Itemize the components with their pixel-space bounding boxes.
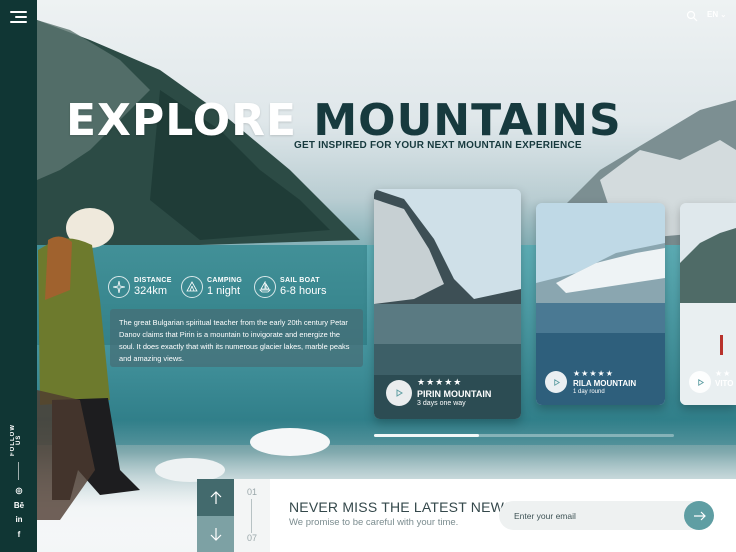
stat-camping: CAMPING 1 night	[181, 274, 242, 300]
sailboat-icon	[254, 276, 276, 298]
previous-button[interactable]	[197, 479, 234, 516]
search-icon[interactable]	[686, 9, 698, 22]
next-button[interactable]	[197, 516, 234, 552]
sidebar: FOLLOW US ◎ Bē in f	[0, 0, 37, 552]
card-rila-mountain[interactable]: ★★★★★ RILA MOUNTAIN 1 day round	[536, 203, 665, 405]
stat-label: SAIL BOAT	[280, 277, 320, 284]
behance-icon[interactable]: Bē	[12, 501, 26, 510]
hamburger-icon[interactable]	[10, 11, 27, 25]
stat-value: 6-8 hours	[280, 285, 327, 297]
stat-label: CAMPING	[207, 277, 243, 284]
arrow-right-icon	[693, 511, 706, 520]
chevron-down-icon: ⌄	[720, 12, 727, 19]
newsletter-title: NEVER MISS THE LATEST NEWS	[289, 499, 514, 515]
play-icon[interactable]	[545, 371, 567, 393]
carousel-scroll-thumb[interactable]	[374, 434, 479, 437]
description-box: The great Bulgarian spiritual teacher fr…	[110, 309, 363, 367]
stat-value: 324km	[134, 285, 168, 297]
card-title: RILA MOUNTAIN	[573, 379, 637, 388]
arrow-down-icon	[210, 528, 221, 541]
card-pirin-mountain[interactable]: ★★★★★ PIRIN MOUNTAIN 3 days one way	[374, 189, 521, 419]
stat-distance: DISTANCE 324km	[108, 274, 172, 300]
page-subtitle: GET INSPIRED FOR YOUR NEXT MOUNTAIN EXPE…	[294, 140, 582, 151]
rating-stars: ★★★★★	[573, 369, 614, 378]
newsletter-subtitle: We promise to be careful with your time.	[289, 517, 459, 528]
stat-sailboat: SAIL BOAT 6-8 hours	[254, 274, 326, 300]
card-title: VITO	[715, 379, 734, 388]
pager-divider	[251, 499, 252, 533]
rating-stars: ★★	[715, 369, 732, 378]
tent-icon	[181, 276, 203, 298]
follow-divider	[18, 462, 19, 480]
dribbble-icon[interactable]: ◎	[12, 486, 26, 495]
compass-icon	[108, 276, 130, 298]
pager-total: 07	[246, 533, 257, 543]
card-duration: 3 days one way	[417, 400, 466, 407]
title-word-explore: EXPLORE	[66, 95, 298, 146]
pager: 01 07	[234, 479, 270, 552]
page-title: EXPLORE MOUNTAINS	[66, 96, 622, 146]
pager-current: 01	[246, 487, 257, 497]
stat-label: DISTANCE	[134, 277, 172, 284]
linkedin-icon[interactable]: in	[12, 515, 26, 524]
card-duration: 1 day round	[573, 389, 605, 395]
rating-stars: ★★★★★	[417, 377, 463, 387]
facebook-icon[interactable]: f	[12, 530, 26, 539]
language-selector[interactable]: EN ⌄	[707, 10, 726, 19]
language-label: EN	[707, 10, 719, 19]
title-word-mountains: MOUNTAINS	[313, 95, 622, 146]
play-icon[interactable]	[386, 380, 412, 406]
arrow-up-icon	[210, 490, 221, 504]
card-vito[interactable]: ★★ VITO	[680, 203, 736, 405]
play-icon[interactable]	[689, 371, 711, 393]
follow-us-label: FOLLOW US	[10, 424, 22, 456]
submit-email-button[interactable]	[684, 501, 714, 530]
card-title: PIRIN MOUNTAIN	[417, 389, 492, 399]
email-field[interactable]	[499, 501, 714, 530]
stat-value: 1 night	[207, 285, 241, 297]
